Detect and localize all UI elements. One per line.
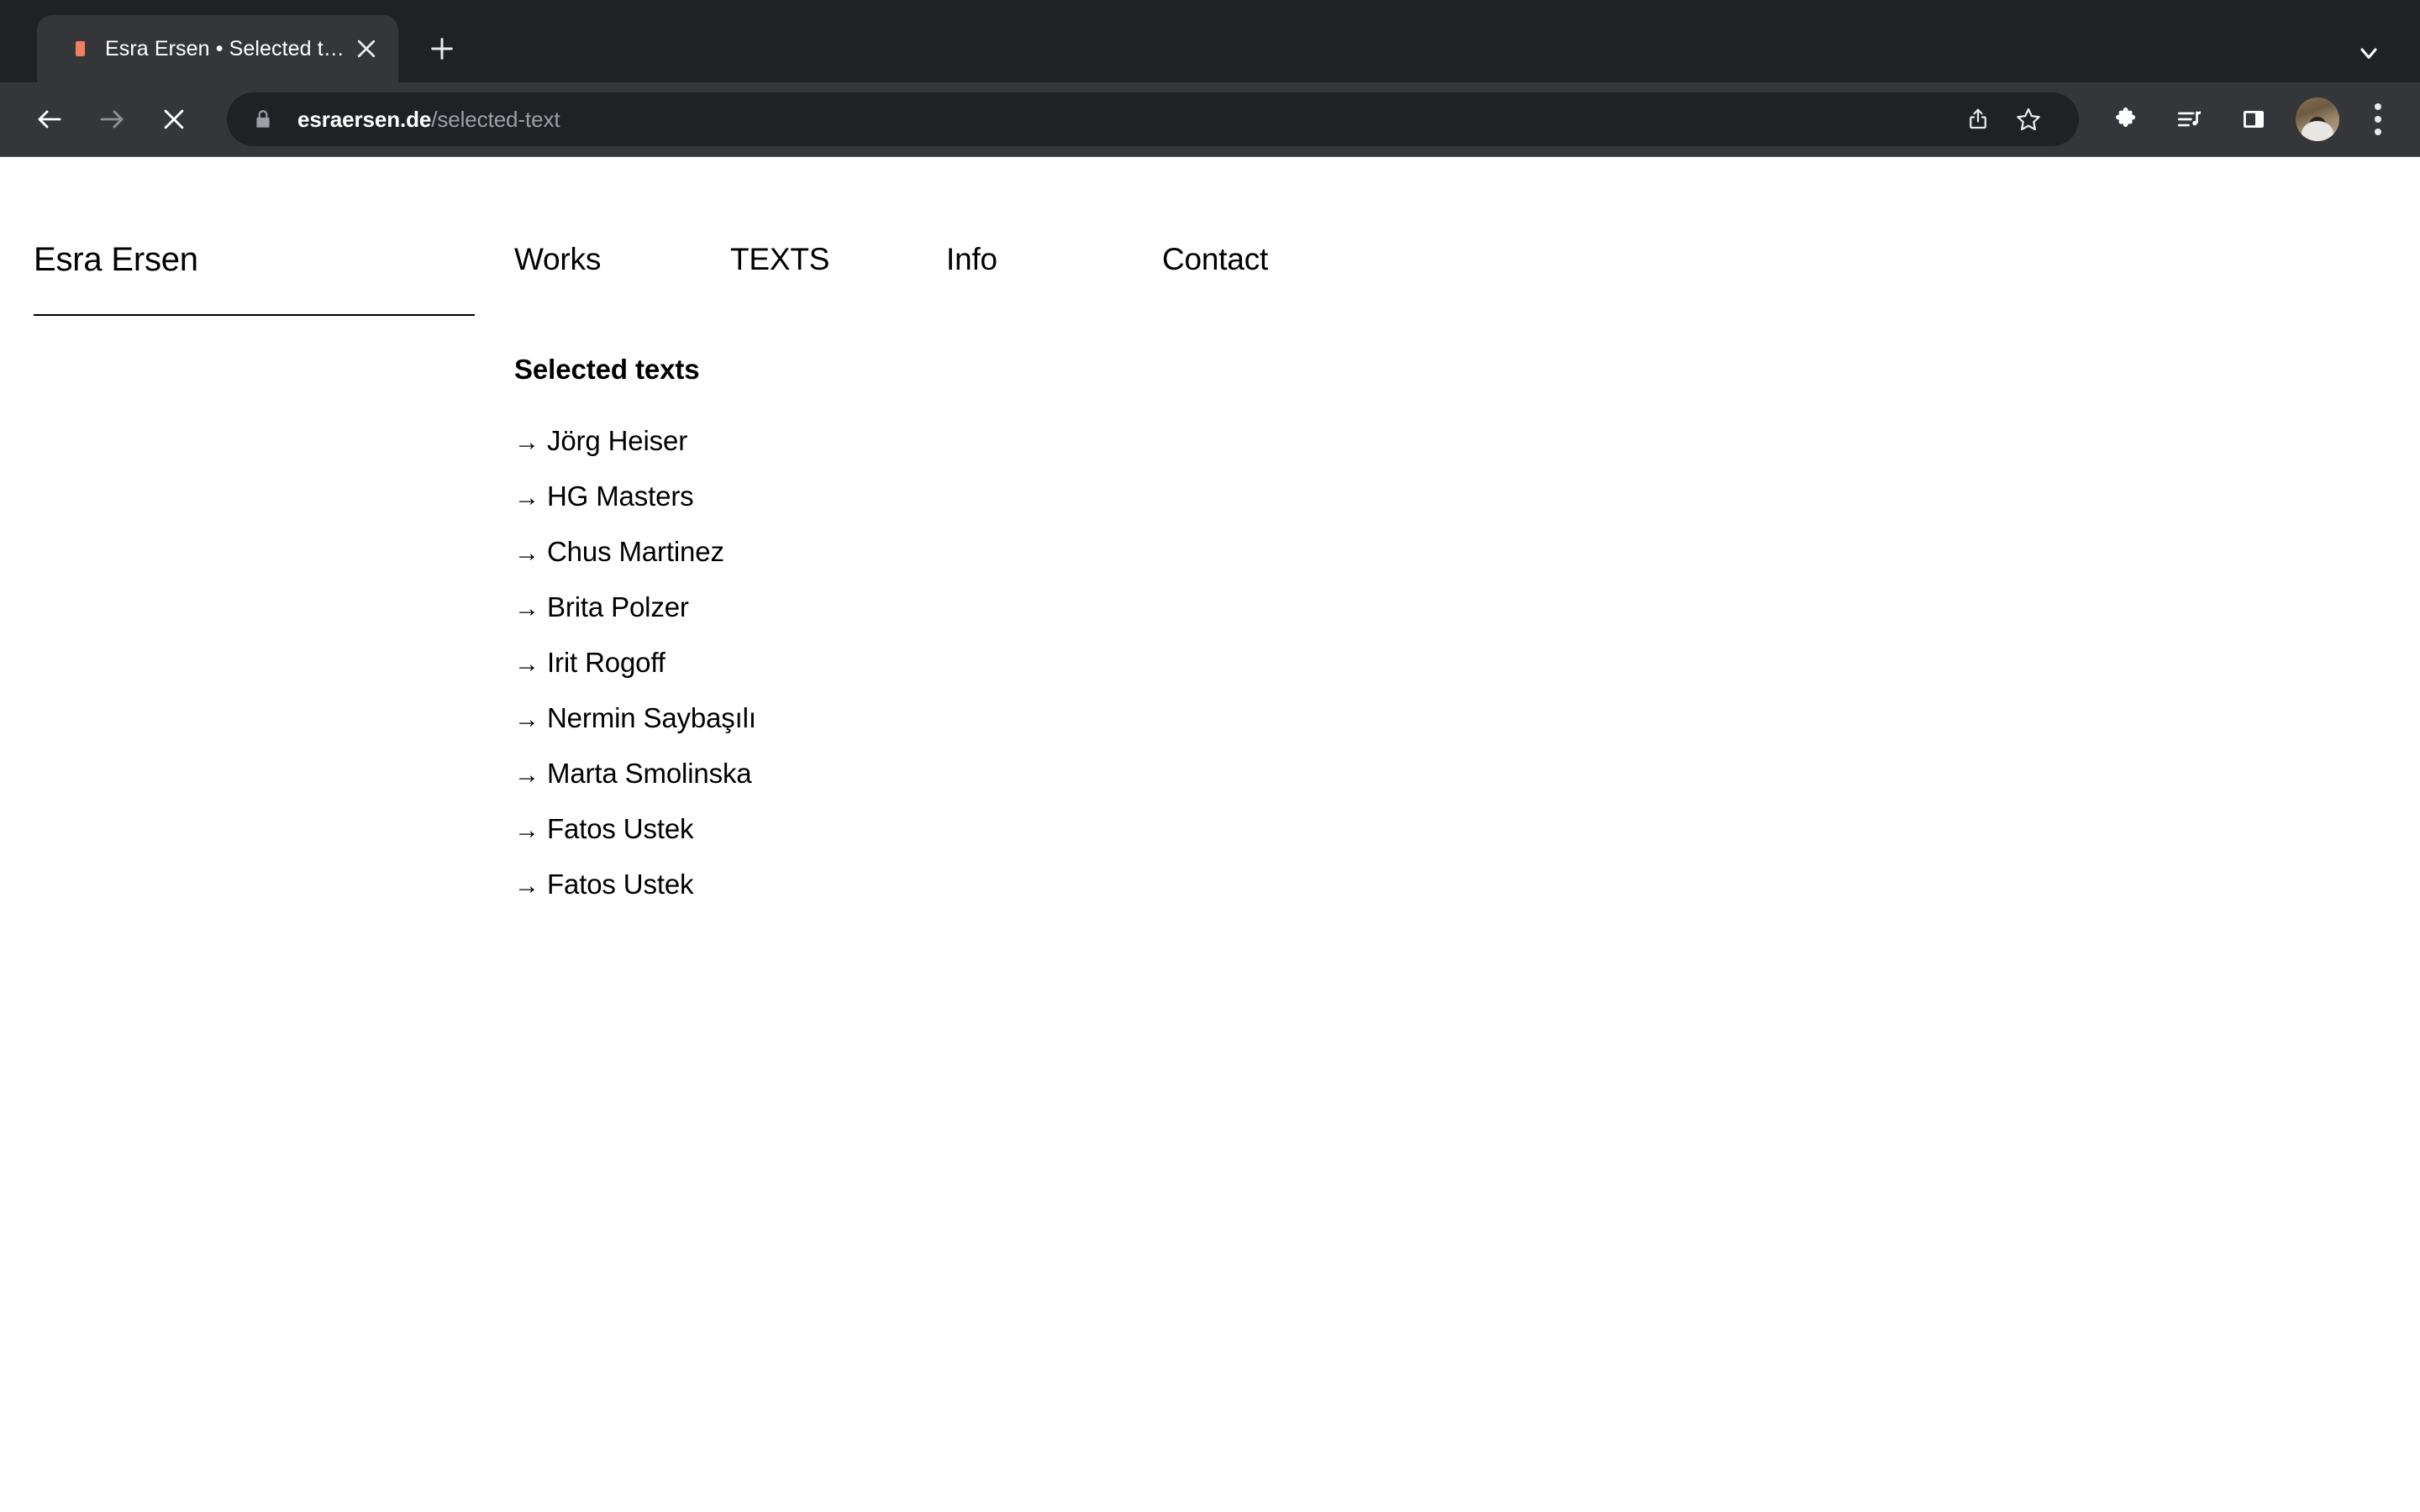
text-link-fatos-ustek-1[interactable]: → Fatos Ustek [514, 813, 694, 845]
list-item-label: Irit Rogoff [547, 647, 666, 678]
list-item-label: HG Masters [547, 480, 694, 512]
arrow-right-icon: → [514, 428, 539, 456]
new-tab-button[interactable] [417, 24, 467, 74]
text-link-brita-polzer[interactable]: → Brita Polzer [514, 591, 689, 623]
nav-item-texts[interactable]: TEXTS [730, 242, 829, 276]
tab-strip: Esra Ersen • Selected texts [0, 0, 2420, 82]
brand-divider [34, 314, 475, 316]
list-item-label: Marta Smolinska [547, 758, 752, 789]
stop-loading-button[interactable] [146, 92, 202, 147]
url-path: /selected-text [431, 106, 560, 132]
text-link-irit-rogoff[interactable]: → Irit Rogoff [514, 647, 666, 679]
address-bar[interactable]: esraersen.de/selected-text [227, 92, 2079, 146]
side-panel-icon[interactable] [2228, 93, 2280, 145]
site-brand: Esra Ersen [34, 243, 475, 316]
close-tab-icon[interactable] [345, 27, 388, 71]
arrow-right-icon: → [514, 484, 539, 512]
nav-slot: Works [514, 244, 730, 275]
list-item: → Marta Smolinska [514, 746, 756, 801]
text-link-jorg-heiser[interactable]: → Jörg Heiser [514, 425, 687, 457]
selected-texts-list: → Jörg Heiser → HG Masters → Chus Martin… [514, 413, 756, 912]
url-text: esraersen.de/selected-text [297, 107, 1953, 133]
list-item: → Fatos Ustek [514, 857, 756, 912]
lock-icon [252, 108, 274, 130]
tab-title: Esra Ersen • Selected texts [105, 36, 345, 60]
back-button[interactable] [22, 92, 77, 147]
page-viewport: Esra Ersen Works TEXTS Info Contact Sele… [0, 157, 2420, 1512]
favicon-icon [76, 41, 85, 56]
arrow-right-icon: → [514, 650, 539, 678]
address-bar-actions [1953, 94, 2054, 144]
list-item: → Brita Polzer [514, 580, 756, 635]
list-item-label: Brita Polzer [547, 591, 689, 622]
nav-item-info[interactable]: Info [946, 242, 997, 276]
browser-tab-active[interactable]: Esra Ersen • Selected texts [37, 15, 398, 82]
share-icon[interactable] [1953, 94, 2003, 144]
list-item: → Irit Rogoff [514, 635, 756, 690]
extensions-puzzle-icon[interactable] [2100, 93, 2152, 145]
arrow-right-icon: → [514, 872, 539, 900]
arrow-right-icon: → [514, 595, 539, 622]
arrow-right-icon: → [514, 816, 539, 844]
nav-item-works[interactable]: Works [514, 242, 601, 276]
text-link-nermin-saybasili[interactable]: → Nermin Saybaşılı [514, 702, 756, 734]
media-list-icon[interactable] [2164, 93, 2216, 145]
forward-button[interactable] [84, 92, 139, 147]
tab-search-chevron-down-icon[interactable] [2346, 30, 2391, 76]
arrow-right-icon: → [514, 539, 539, 567]
list-item-label: Jörg Heiser [547, 425, 688, 456]
nav-slot: TEXTS [730, 244, 946, 275]
profile-avatar[interactable] [2296, 97, 2339, 141]
browser-toolbar: esraersen.de/selected-text [0, 82, 2420, 157]
bookmark-star-icon[interactable] [2003, 94, 2054, 144]
browser-window: Esra Ersen • Selected texts esraersen.de… [0, 0, 2420, 1512]
nav-item-contact[interactable]: Contact [1162, 242, 1268, 276]
text-link-chus-martinez[interactable]: → Chus Martinez [514, 536, 724, 568]
list-item-label: Fatos Ustek [547, 869, 694, 900]
arrow-right-icon: → [514, 706, 539, 733]
text-link-hg-masters[interactable]: → HG Masters [514, 480, 694, 512]
page-title: Selected texts [514, 354, 700, 385]
three-dot-menu-icon[interactable] [2354, 93, 2402, 145]
list-item: → Chus Martinez [514, 524, 756, 580]
nav-slot: Contact [1162, 244, 1268, 275]
brand-name[interactable]: Esra Ersen [34, 243, 475, 276]
list-item: → Fatos Ustek [514, 801, 756, 857]
list-item: → HG Masters [514, 469, 756, 524]
list-item-label: Nermin Saybaşılı [547, 702, 756, 733]
arrow-right-icon: → [514, 761, 539, 789]
nav-slot: Info [946, 244, 1162, 275]
website-esraersen: Esra Ersen Works TEXTS Info Contact Sele… [0, 157, 2420, 1512]
url-host: esraersen.de [297, 106, 432, 132]
list-item-label: Chus Martinez [547, 536, 724, 567]
list-item: → Jörg Heiser [514, 413, 756, 469]
text-link-marta-smolinska[interactable]: → Marta Smolinska [514, 758, 752, 790]
list-item: → Nermin Saybaşılı [514, 690, 756, 746]
text-link-fatos-ustek-2[interactable]: → Fatos Ustek [514, 869, 694, 900]
site-navigation: Works TEXTS Info Contact [514, 244, 1268, 275]
list-item-label: Fatos Ustek [547, 813, 694, 844]
main-content: Selected texts → Jörg Heiser → HG Master… [514, 355, 756, 912]
